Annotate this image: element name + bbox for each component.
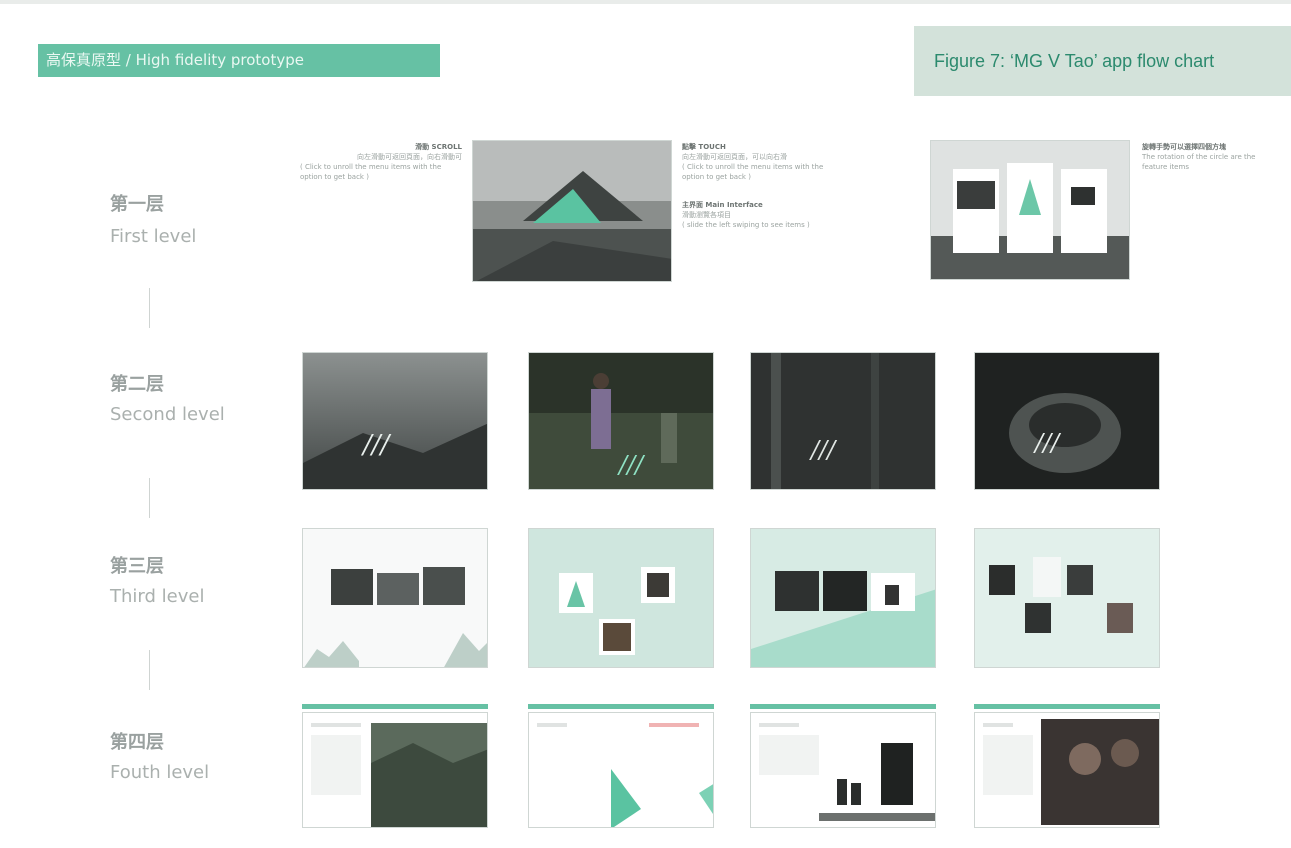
note-en: ( Click to unroll the menu items with th… [682,163,824,181]
level4-header-bar [750,704,936,709]
level-2-cn: 第二层 [110,374,164,395]
level4-thumbnail-portrait [974,712,1160,828]
portrait-article [983,719,1159,825]
note-en: ( Click to unroll the menu items with th… [300,163,442,181]
svg-text:///: /// [617,451,646,479]
tree-photo: /// [751,353,935,489]
level3-thumbnail-teal [528,528,714,668]
level3-thumbnail-gallery [302,528,488,668]
chart-article [537,723,713,827]
people-photo: /// [529,353,713,489]
note-en: ( slide the left swiping to see items ) [682,221,810,229]
level4-thumbnail-teaware [750,712,936,828]
teaware-article [759,723,935,821]
mountain-mist-photo: /// [303,353,487,489]
temple-photo [473,141,671,281]
level-arrow [149,478,150,518]
level-3-en: Third level [110,586,205,607]
level3-thumbnail-portraits [974,528,1160,668]
svg-text:///: /// [1033,429,1062,457]
note-title: 點擊 TOUCH [682,143,726,151]
menu-cards [931,141,1129,279]
note-rotation: 旋轉手勢可以選擇四個方塊 The rotation of the circle … [1142,142,1272,172]
main-screen-thumbnail [472,140,672,282]
level-3-cn: 第三层 [110,556,164,577]
level2-thumbnail-people: /// [528,352,714,490]
objects-layout [751,571,935,667]
teal-layout [559,567,675,655]
note-en: The rotation of the circle are the featu… [1142,153,1256,171]
note-title: 旋轉手勢可以選擇四個方塊 [1142,143,1226,151]
level-4-cn: 第四层 [110,732,164,753]
note-title: 滑動 SCROLL [415,143,462,151]
level4-header-bar [528,704,714,709]
level4-header-bar [974,704,1160,709]
level3-thumbnail-objects [750,528,936,668]
level2-thumbnail-tree: /// [750,352,936,490]
mountain-article [311,723,487,827]
level-arrow [149,288,150,328]
note-title: 主界面 Main Interface [682,201,763,209]
level2-thumbnail-tea: /// [974,352,1160,490]
gallery-layout [304,567,487,667]
level-arrow [149,650,150,690]
level-4-en: Fouth level [110,762,210,783]
note-touch: 點擊 TOUCH 向左滑動可返回頁面，可以向右滑 ( Click to unro… [682,142,832,230]
top-border [0,0,1291,4]
note-scroll: 滑動 SCROLL 向左滑動可返回頁面，向右滑動可 ( Click to unr… [300,142,462,182]
level4-thumbnail-mountain [302,712,488,828]
svg-text:///: /// [360,430,392,460]
tea-photo: /// [975,353,1159,489]
portraits-layout [989,557,1133,633]
level4-header-bar [302,704,488,709]
level-2-en: Second level [110,404,225,425]
level-1-en: First level [110,226,197,247]
level2-thumbnail-mist: /// [302,352,488,490]
prototype-tag: 高保真原型 / High fidelity prototype [38,44,440,77]
note-cn: 滑動瀏覽各項目 [682,211,731,219]
note-cn: 向左滑動可返回頁面，向右滑動可 [357,153,462,161]
svg-text:///: /// [809,436,838,464]
level-1-cn: 第一层 [110,194,164,215]
figure-caption: Figure 7: ‘MG V Tao’ app flow chart [914,26,1291,96]
menu-screen-thumbnail [930,140,1130,280]
level4-thumbnail-chart [528,712,714,828]
note-cn: 向左滑動可返回頁面，可以向右滑 [682,153,787,161]
